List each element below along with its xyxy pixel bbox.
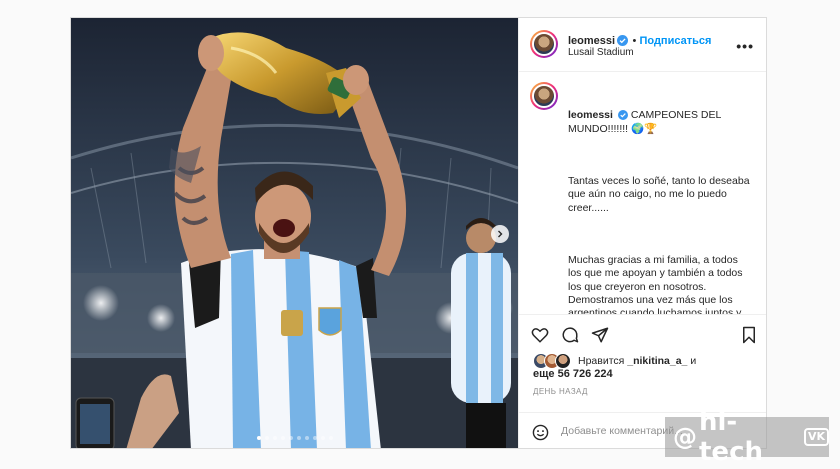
avatar[interactable] [530, 30, 558, 58]
follow-button[interactable]: Подписаться [639, 35, 711, 47]
instagram-post: leomessi • Подписаться Lusail Stadium ••… [70, 17, 767, 449]
share-icon[interactable] [591, 326, 609, 344]
carousel-dot [296, 436, 301, 440]
bookmark-icon[interactable] [741, 326, 757, 344]
heart-icon[interactable] [531, 326, 549, 344]
carousel-dot [288, 436, 293, 440]
carousel-dot [256, 436, 261, 440]
caption-paragraph-1: Tantas veces lo soñé, tanto lo deseaba q… [568, 175, 753, 214]
carousel-dot [312, 436, 317, 440]
carousel-dot [328, 436, 333, 440]
carousel-dot [304, 436, 309, 440]
liked-by-row: Нравится _nikitina_a_ и [533, 353, 696, 369]
carousel-next-button[interactable] [491, 225, 509, 243]
liked-by-text: Нравится _nikitina_a_ и [578, 355, 697, 367]
post-header: leomessi • Подписаться Lusail Stadium ••… [519, 18, 766, 72]
chevron-right-icon [498, 230, 503, 238]
emoji-icon[interactable] [532, 424, 549, 441]
caption-username[interactable]: leomessi [568, 109, 613, 121]
hi-tech-watermark: @ hi-tech VK [665, 407, 829, 467]
caption-area: leomessi CAMPEONES DEL MUNDO!!!!!!! 🌍🏆 T… [519, 71, 766, 314]
carousel-dot [280, 436, 285, 440]
caption-paragraph-2: Muchas gracias a mi familia, a todos los… [568, 254, 743, 314]
comment-icon[interactable] [561, 326, 579, 344]
caption-text: leomessi CAMPEONES DEL MUNDO!!!!!!! 🌍🏆 T… [568, 83, 753, 314]
more-options-icon[interactable]: ••• [736, 38, 754, 54]
post-sidebar: leomessi • Подписаться Lusail Stadium ••… [518, 18, 766, 448]
verified-badge-icon [617, 110, 628, 121]
carousel-dot [264, 436, 269, 440]
verified-badge-icon [617, 35, 629, 46]
carousel-dot [272, 436, 277, 440]
carousel-dot [320, 436, 325, 440]
photo-illustration [71, 18, 518, 448]
post-time[interactable]: ДЕНЬ НАЗАД [533, 387, 588, 396]
post-photo[interactable] [71, 18, 518, 448]
liker-username[interactable]: _nikitina_a_ [627, 355, 687, 367]
liker-avatar [555, 353, 571, 369]
likes-count[interactable]: еще 56 726 224 [533, 368, 613, 380]
username-link[interactable]: leomessi [568, 35, 615, 47]
carousel-indicator [71, 436, 518, 440]
location-link[interactable]: Lusail Stadium [568, 47, 634, 58]
caption-avatar[interactable] [530, 82, 558, 110]
